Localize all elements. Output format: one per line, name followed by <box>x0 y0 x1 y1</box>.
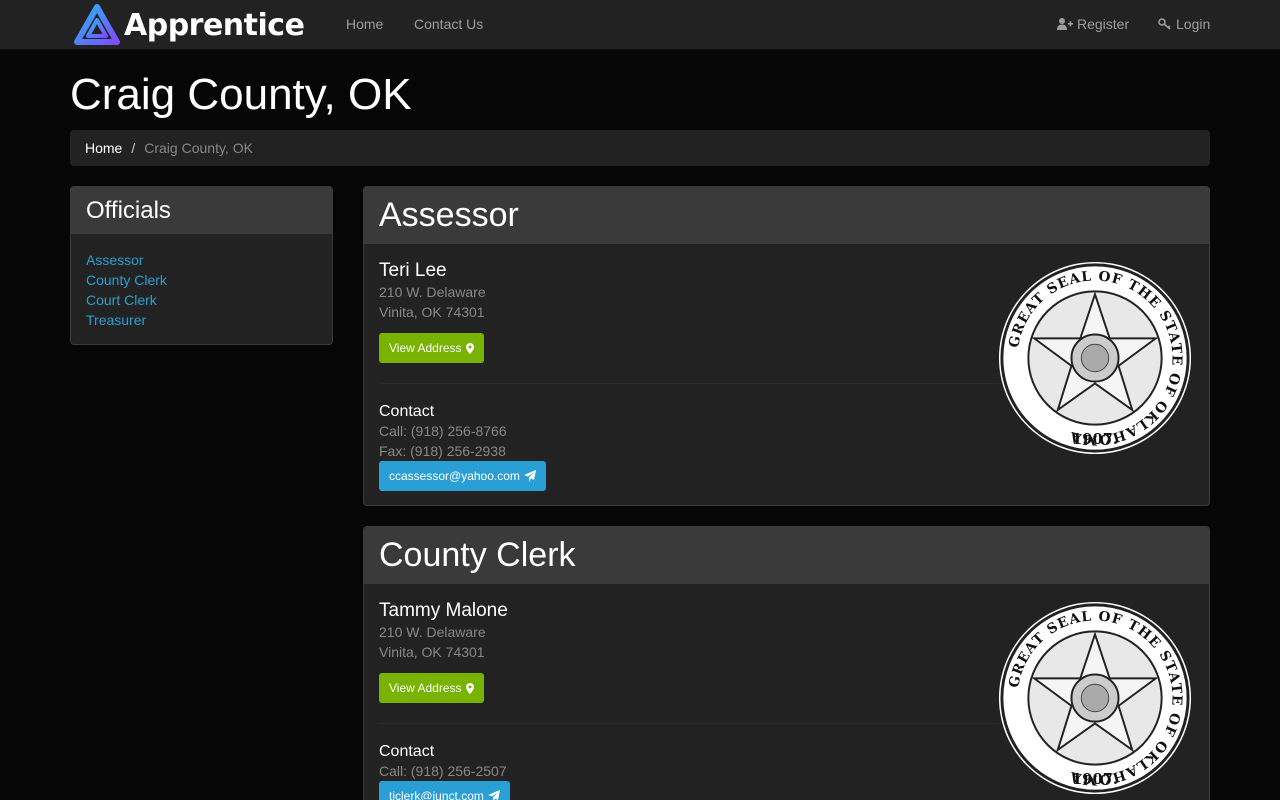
seal-year: 1907. <box>1072 771 1118 788</box>
sidebar-item-court-clerk[interactable]: Court Clerk <box>86 290 317 310</box>
email-label: ccassessor@yahoo.com <box>389 469 520 483</box>
email-button[interactable]: ccassessor@yahoo.com <box>379 461 546 491</box>
breadcrumb-separator: / <box>131 140 136 156</box>
office-title: Assessor <box>364 187 1209 244</box>
sidebar-item-county-clerk[interactable]: County Clerk <box>86 270 317 290</box>
sidebar-item-assessor[interactable]: Assessor <box>86 250 317 270</box>
nav-home-link[interactable]: Home <box>346 16 383 32</box>
user-plus-icon <box>1057 18 1073 30</box>
section-divider <box>379 723 999 724</box>
view-address-label: View Address <box>389 341 462 355</box>
map-marker-icon <box>465 342 474 354</box>
office-card-county-clerk: County Clerk Tammy Malone 210 W. Delawar… <box>363 526 1210 800</box>
nav-contact-link[interactable]: Contact Us <box>414 16 483 32</box>
page-title: Craig County, OK <box>70 70 412 119</box>
officials-panel: Officials Assessor County Clerk Court Cl… <box>70 186 333 345</box>
office-body: Tammy Malone 210 W. Delaware Vinita, OK … <box>364 584 1209 800</box>
breadcrumb-current: Craig County, OK <box>144 140 253 156</box>
office-title: County Clerk <box>364 527 1209 584</box>
section-divider <box>379 383 999 384</box>
officials-title: Officials <box>71 187 332 234</box>
login-label: Login <box>1176 16 1211 32</box>
navbar: Apprentice Home Contact Us Register Logi… <box>0 0 1280 50</box>
paper-plane-icon <box>487 790 500 800</box>
view-address-label: View Address <box>389 681 462 695</box>
view-address-button[interactable]: View Address <box>379 673 484 703</box>
officials-list: Assessor County Clerk Court Clerk Treasu… <box>71 234 332 344</box>
view-address-button[interactable]: View Address <box>379 333 484 363</box>
brand-name: Apprentice <box>124 7 305 43</box>
brand-logo[interactable]: Apprentice <box>74 4 305 46</box>
nav-register-link[interactable]: Register <box>1057 16 1129 32</box>
oklahoma-state-seal-icon: GREAT SEAL OF THE STATE OF OKLAHOMA 1907… <box>998 261 1192 455</box>
seal-year: 1907. <box>1072 431 1118 448</box>
nav-login-link[interactable]: Login <box>1158 16 1210 32</box>
paper-plane-icon <box>523 470 536 482</box>
email-button[interactable]: tjclerk@junct.com <box>379 781 510 800</box>
breadcrumb-home-link[interactable]: Home <box>85 140 122 156</box>
breadcrumb: Home / Craig County, OK <box>70 130 1210 166</box>
oklahoma-state-seal-icon: GREAT SEAL OF THE STATE OF OKLAHOMA 1907… <box>998 601 1192 795</box>
sidebar-item-treasurer[interactable]: Treasurer <box>86 310 317 330</box>
register-label: Register <box>1077 16 1130 32</box>
key-icon <box>1158 18 1171 30</box>
map-marker-icon <box>465 682 474 694</box>
email-label: tjclerk@junct.com <box>389 789 484 800</box>
office-body: Teri Lee 210 W. Delaware Vinita, OK 7430… <box>364 244 1209 505</box>
office-card-assessor: Assessor Teri Lee 210 W. Delaware Vinita… <box>363 186 1210 506</box>
triangle-logo-icon <box>74 4 120 45</box>
